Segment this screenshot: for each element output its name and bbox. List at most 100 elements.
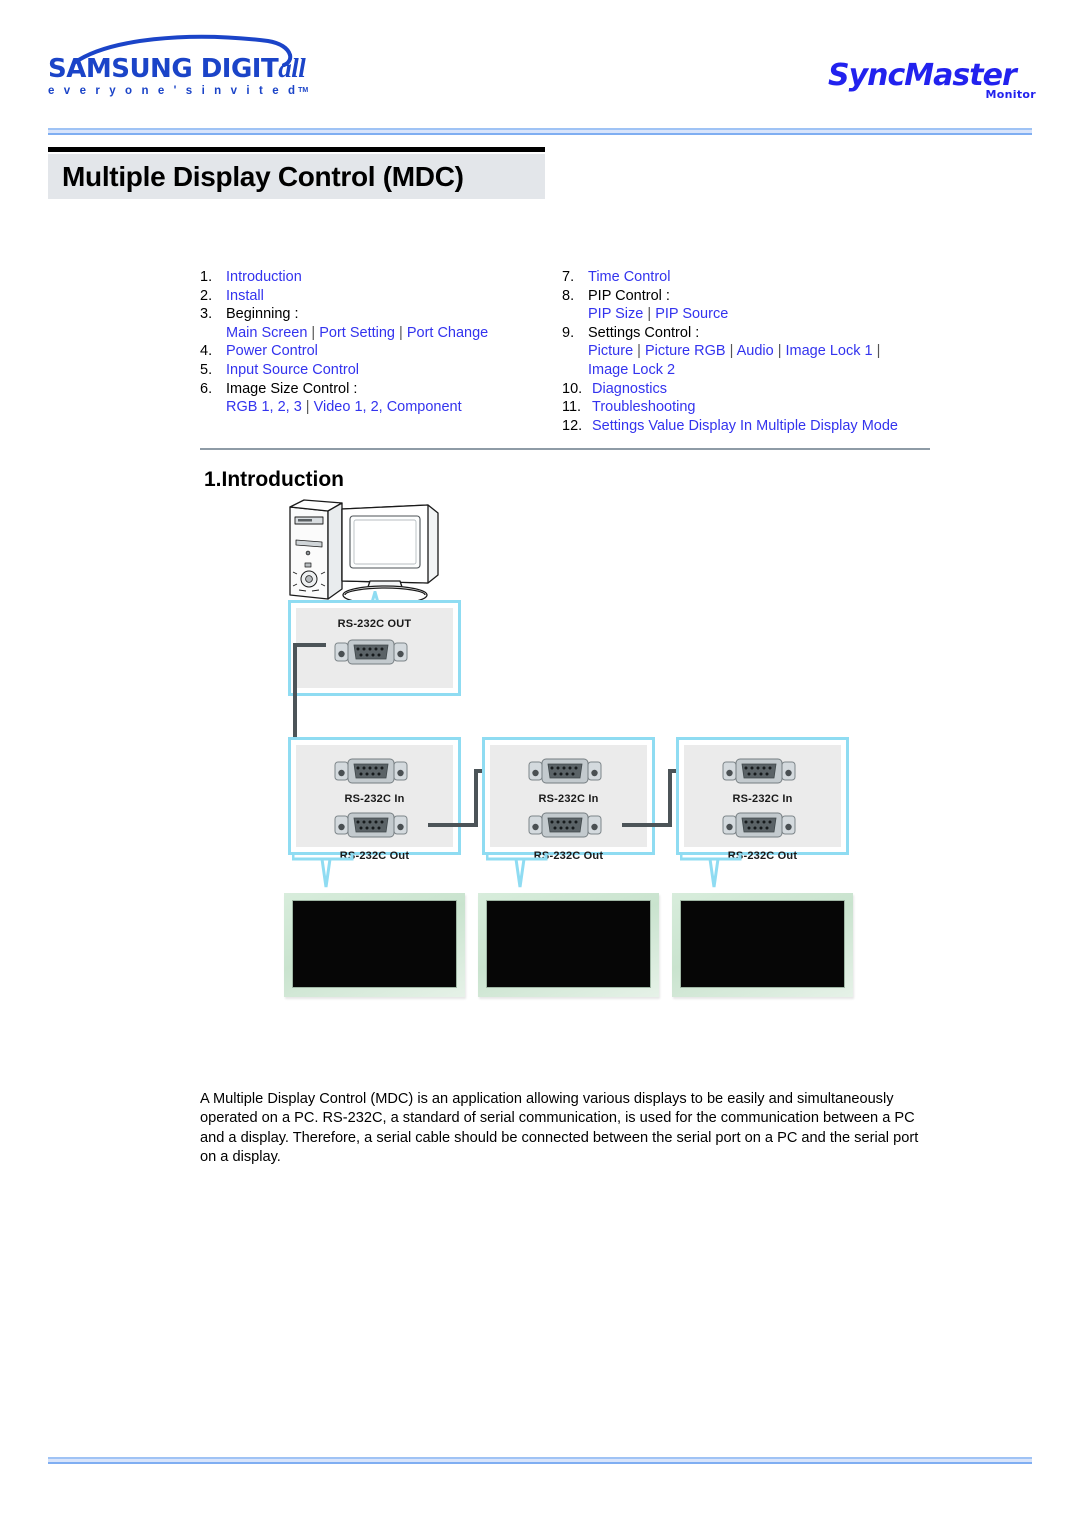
toc-item-link[interactable]: Introduction	[226, 268, 302, 287]
samsung-tagline: e v e r y o n e ' s i n v i t e dTM	[48, 85, 308, 97]
port-label-in: RS-232C In	[538, 793, 599, 805]
cyan-caret-display-1	[292, 853, 354, 888]
toc-item-left-2[interactable]: 2. Install	[200, 287, 530, 306]
toc-sublink[interactable]: Picture RGB	[645, 343, 726, 359]
samsung-tagline-tm: TM	[298, 87, 309, 94]
display-panel-3	[672, 893, 853, 997]
toc-sublinks: Picture | Picture RGB | Audio | Image Lo…	[562, 342, 942, 361]
cyan-caret-display-3	[680, 853, 742, 888]
db9-connector-icon	[334, 812, 408, 838]
toc-sublink[interactable]: Video 1, 2, Component	[314, 399, 462, 415]
toc-item-left-6: 6. Image Size Control :	[200, 380, 530, 399]
toc-sublinks: PIP Size | PIP Source	[562, 305, 942, 324]
port-box-inner: RS-232C In RS-232C Out	[490, 745, 647, 862]
section-heading: 1.Introduction	[204, 468, 344, 491]
page-header: SAMSUNG DIGITall e v e r y o n e ' s i n…	[0, 0, 1080, 130]
db9-connector-icon	[528, 812, 602, 838]
toc-separator: |	[773, 343, 786, 360]
samsung-tagline-text: e v e r y o n e ' s i n v i t e d	[48, 85, 299, 97]
port-label-out: RS-232C OUT	[337, 618, 412, 630]
introduction-paragraph: A Multiple Display Control (MDC) is an a…	[200, 1091, 919, 1166]
toc-sublink[interactable]: Port Setting	[319, 325, 395, 341]
port-box-display-2: RS-232C In RS-232C Out	[482, 737, 655, 862]
port-label-in: RS-232C In	[732, 793, 793, 805]
toc-item-label: Beginning :	[226, 306, 299, 323]
port-box-display-1: RS-232C In RS-232C Out	[288, 737, 461, 862]
toc-item-number: 10.	[562, 380, 583, 397]
toc-item-link[interactable]: Settings Value Display In Multiple Displ…	[592, 417, 898, 436]
display-panel-2	[478, 893, 659, 997]
title-top-bar	[48, 147, 545, 152]
toc-sublinks: Image Lock 2	[562, 361, 942, 380]
toc-sublink[interactable]: PIP Size	[588, 306, 643, 322]
samsung-swoosh-icon	[72, 34, 293, 67]
toc-item-left-4[interactable]: 4. Power Control	[200, 342, 530, 361]
toc-item-right-4[interactable]: 10. Diagnostics	[562, 380, 942, 399]
toc-item-number: 9.	[562, 324, 575, 341]
syncmaster-sublabel: Monitor	[985, 88, 1036, 101]
toc-sublink[interactable]: PIP Source	[655, 306, 728, 322]
toc-separator: |	[633, 343, 645, 360]
display-screen	[486, 900, 651, 988]
toc-separator: |	[725, 343, 737, 360]
header-divider-line-4	[48, 135, 1032, 136]
toc-separator: |	[872, 343, 881, 360]
toc-item-link[interactable]: Input Source Control	[226, 361, 359, 380]
port-box-inner: RS-232C In RS-232C Out	[296, 745, 453, 862]
section-divider	[200, 448, 930, 450]
toc-sublink[interactable]: Image Lock 2	[588, 362, 675, 378]
toc-item-number: 12.	[562, 417, 583, 434]
toc-item-left-1[interactable]: 1. Introduction	[200, 268, 530, 287]
port-box-display-3: RS-232C In RS-232C Out	[676, 737, 849, 862]
toc-separator: |	[395, 324, 407, 341]
toc-item-label: Settings Control :	[588, 324, 700, 341]
computer-illustration-icon	[289, 499, 439, 605]
samsung-digitall-logo: SAMSUNG DIGITall e v e r y o n e ' s i n…	[48, 34, 308, 97]
toc-item-label: Image Size Control :	[226, 380, 358, 397]
toc-sublink[interactable]: Picture	[588, 343, 633, 359]
title-background: Multiple Display Control (MDC)	[48, 154, 545, 199]
toc-sublink[interactable]: RGB 1, 2, 3	[226, 399, 302, 415]
toc-item-right-5[interactable]: 11. Troubleshooting	[562, 398, 942, 417]
cable-segment	[622, 823, 672, 827]
toc-item-label: PIP Control :	[588, 287, 670, 304]
syncmaster-logo: SyncMaster Monitor	[828, 58, 1038, 112]
cable-segment	[293, 643, 326, 647]
toc-item-right-1[interactable]: 7. Time Control	[562, 268, 942, 287]
toc-item-link[interactable]: Troubleshooting	[592, 398, 695, 417]
toc-item-right-6[interactable]: 12. Settings Value Display In Multiple Di…	[562, 417, 942, 436]
toc-sublink[interactable]: Port Change	[407, 325, 488, 341]
db9-connector-icon	[722, 758, 796, 784]
port-box-inner: RS-232C OUT	[296, 608, 453, 688]
toc-item-link[interactable]: Time Control	[588, 268, 670, 287]
cable-segment	[668, 769, 672, 827]
db9-connector-icon	[722, 812, 796, 838]
toc-item-right-3: 9. Settings Control :	[562, 324, 942, 343]
db9-connector-icon	[334, 758, 408, 784]
display-screen	[680, 900, 845, 988]
toc-item-right-2: 8. PIP Control :	[562, 287, 942, 306]
cyan-caret-display-2	[486, 853, 548, 888]
db9-connector-icon	[334, 639, 408, 665]
port-label-in: RS-232C In	[344, 793, 405, 805]
page-title-block: Multiple Display Control (MDC)	[48, 147, 545, 199]
toc-sublinks: RGB 1, 2, 3 | Video 1, 2, Component	[200, 398, 530, 417]
toc-item-link[interactable]: Install	[226, 287, 264, 306]
toc-item-link[interactable]: Diagnostics	[592, 380, 667, 399]
toc-separator: |	[643, 306, 656, 323]
toc-sublinks: Main Screen | Port Setting | Port Change	[200, 324, 530, 343]
port-box-inner: RS-232C In RS-232C Out	[684, 745, 841, 862]
toc-separator: |	[301, 399, 314, 416]
toc-item-number: 8.	[562, 287, 575, 304]
display-panel-1	[284, 893, 465, 997]
footer-divider-line-3	[48, 1462, 1032, 1464]
toc-sublink[interactable]: Main Screen	[226, 325, 307, 341]
toc-sublink[interactable]: Image Lock 1	[786, 343, 873, 359]
toc-item-number: 4.	[200, 343, 213, 360]
toc-item-left-5[interactable]: 5. Input Source Control	[200, 361, 530, 380]
cable-segment	[474, 769, 478, 827]
toc-sublink[interactable]: Audio	[737, 343, 774, 359]
page-title: Multiple Display Control (MDC)	[62, 160, 464, 192]
toc-item-number: 1.	[200, 269, 213, 285]
toc-item-link[interactable]: Power Control	[226, 342, 318, 361]
